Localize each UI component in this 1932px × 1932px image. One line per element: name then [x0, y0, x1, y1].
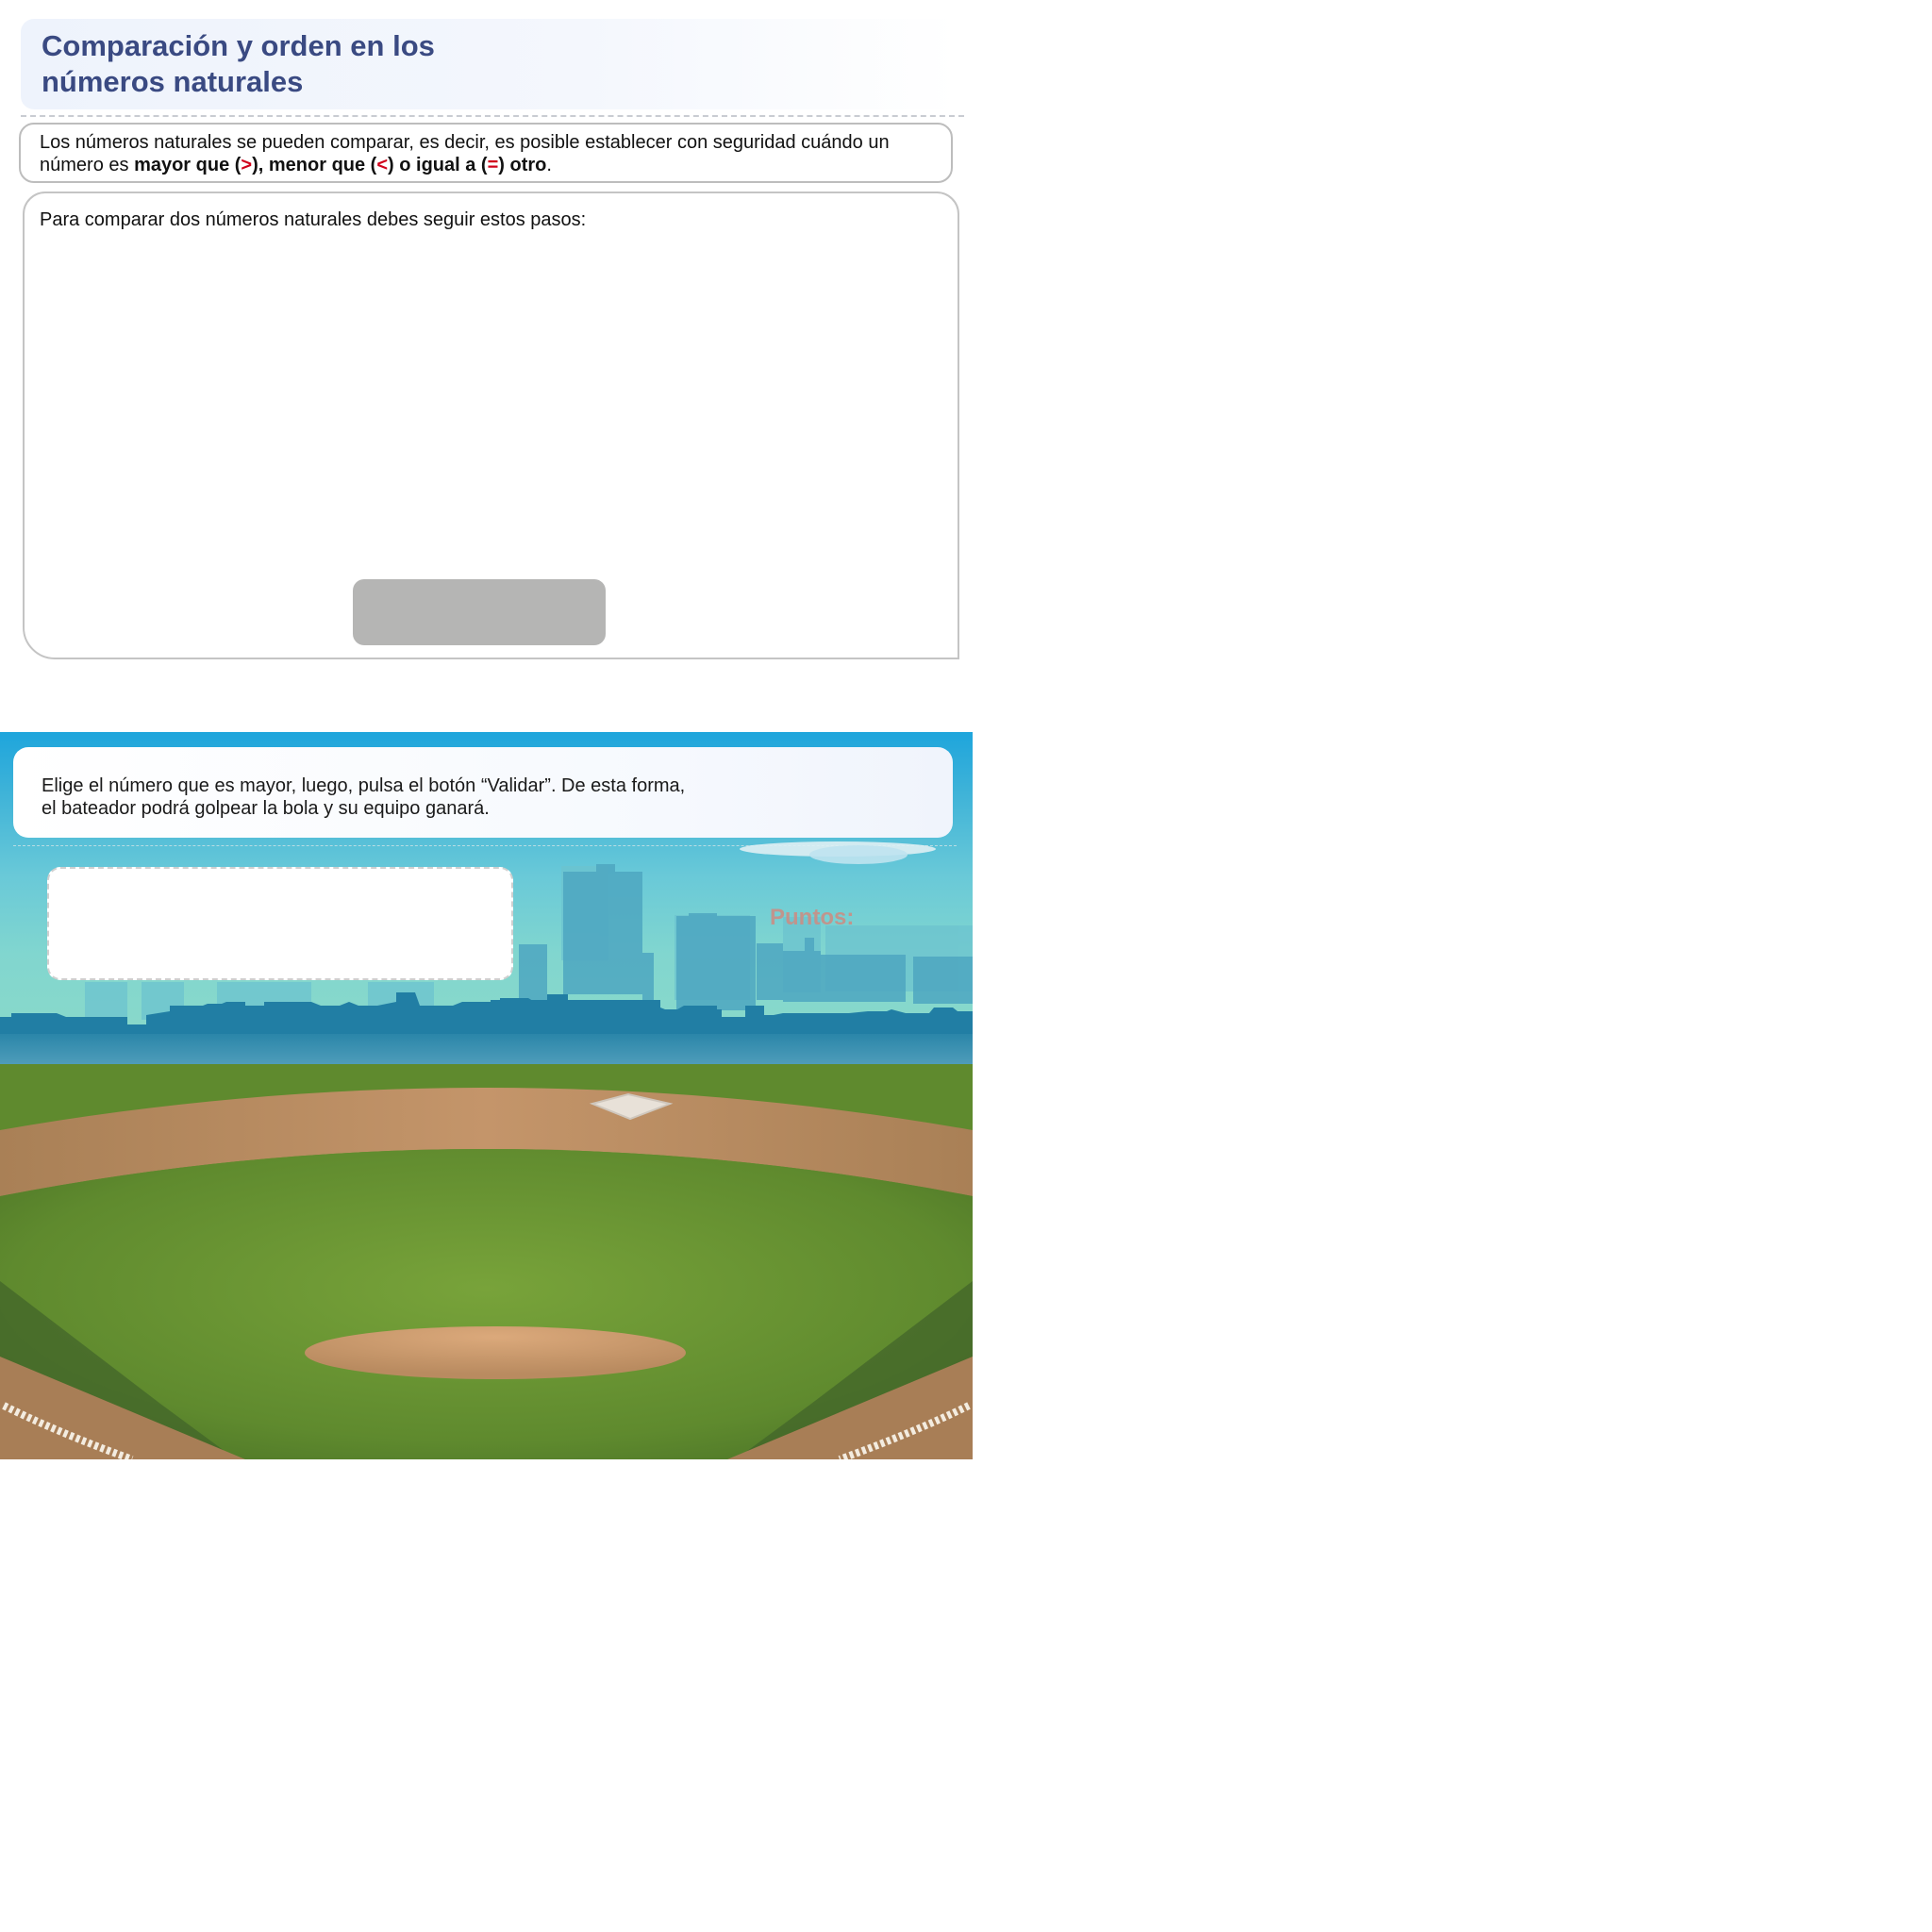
intro-menor: ), menor que ( — [252, 155, 377, 175]
score-label: Puntos: — [770, 905, 855, 930]
number-choice-area[interactable] — [47, 867, 513, 980]
intro-text: Los números naturales se pueden comparar… — [40, 131, 936, 176]
intro-otro: ) otro — [498, 155, 547, 175]
instruction-line-1: Elige el número que es mayor, luego, pul… — [42, 775, 686, 796]
intro-mayor: mayor que ( — [134, 155, 242, 175]
intro-igual: ) o igual a ( — [388, 155, 488, 175]
intro-period: . — [546, 155, 552, 175]
lt-symbol: < — [376, 155, 389, 175]
steps-text: Para comparar dos números naturales debe… — [40, 209, 587, 230]
header-divider — [21, 115, 964, 117]
instruction-line-2: el bateador podrá golpear la bola y su e… — [42, 798, 490, 819]
baseball-game: Elige el número que es mayor, luego, pul… — [0, 732, 973, 1459]
title-line-2: números naturales — [42, 65, 304, 98]
baseball-field-illustration — [0, 1064, 973, 1459]
steps-action-button[interactable] — [353, 579, 606, 645]
eq-symbol: = — [487, 155, 499, 175]
title-line-1: Comparación y orden en los — [42, 29, 435, 62]
page-title: Comparación y orden en los números natur… — [42, 28, 570, 100]
cloud-icon — [740, 841, 936, 864]
gt-symbol: > — [241, 155, 253, 175]
instruction-text: Elige el número que es mayor, luego, pul… — [42, 774, 758, 820]
stage: Comparación y orden en los números natur… — [0, 0, 1932, 1932]
